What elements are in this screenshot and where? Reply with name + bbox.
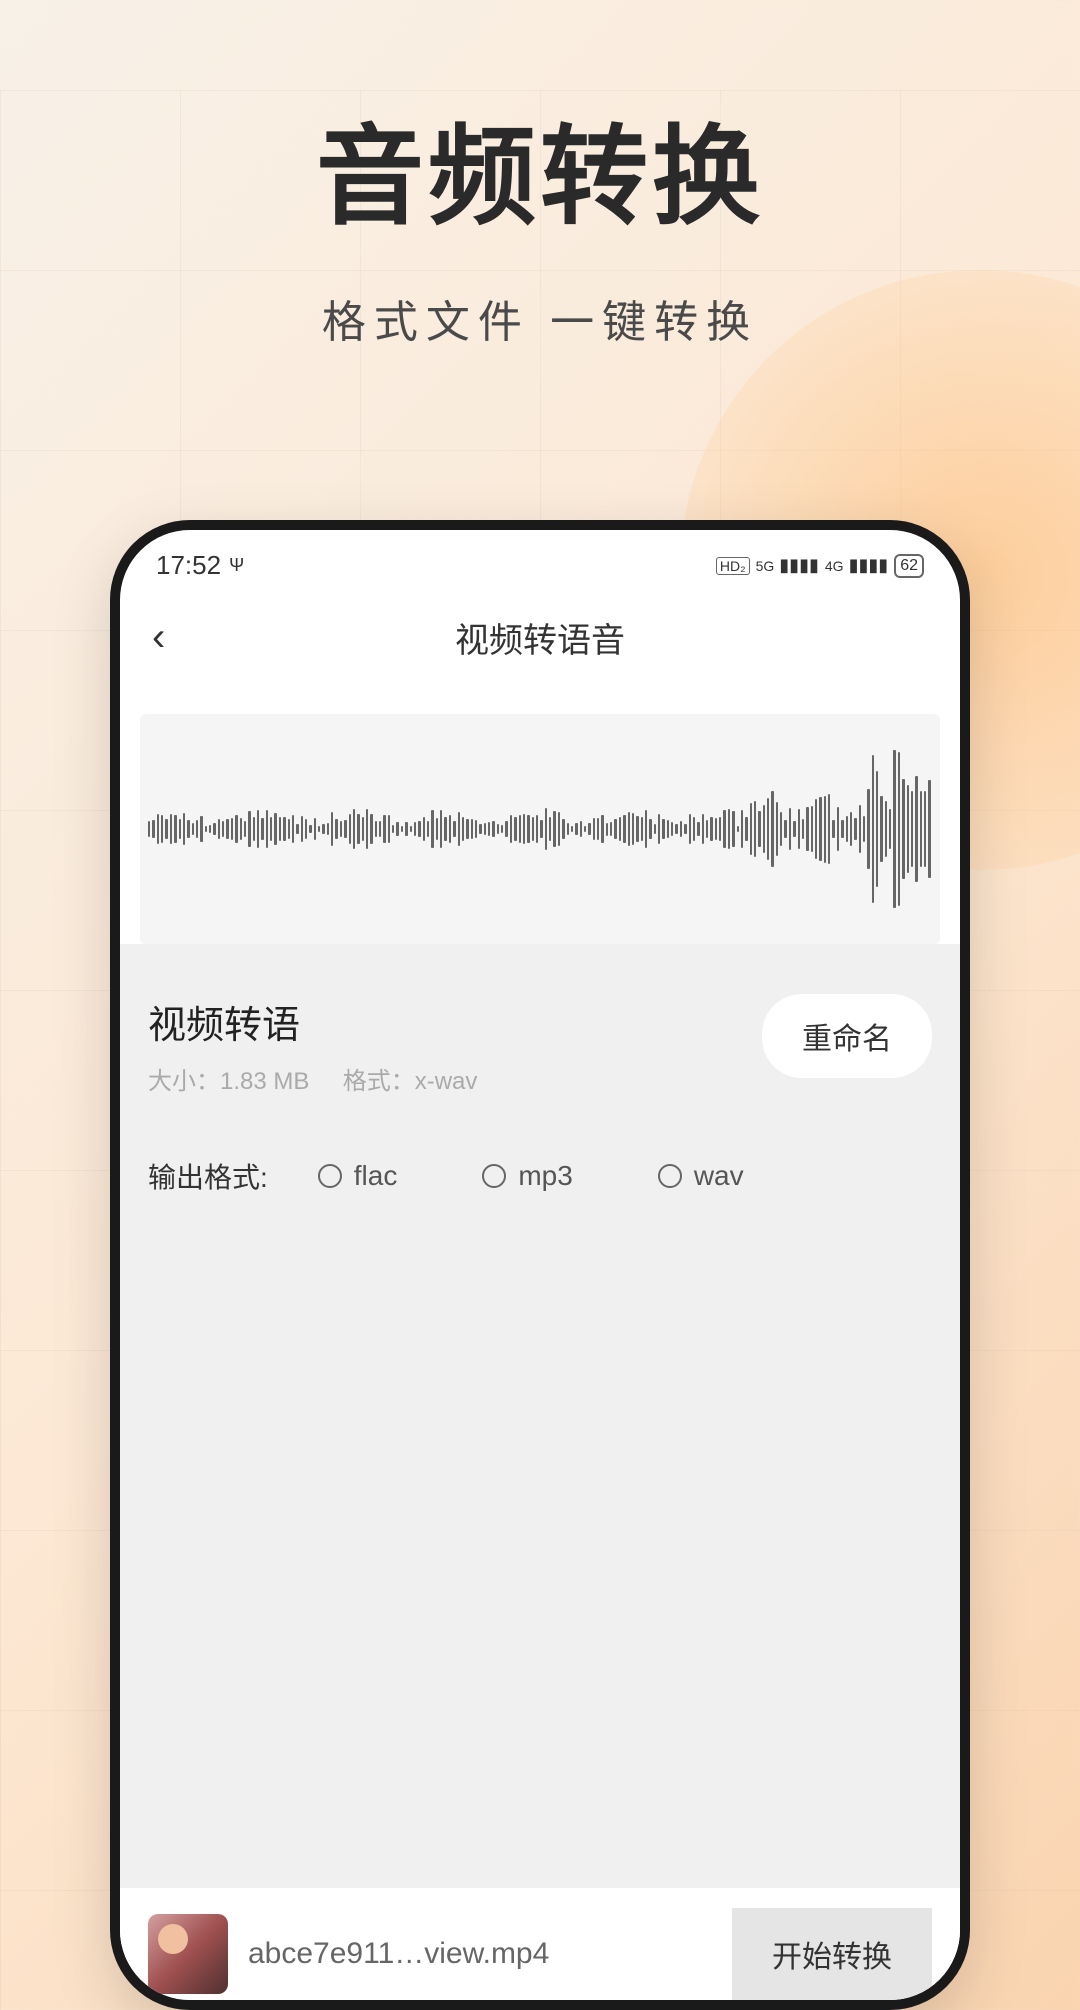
radio-icon — [658, 1164, 682, 1188]
status-time: 17:52 — [156, 550, 221, 581]
file-thumbnail — [148, 1914, 228, 1994]
waveform-display[interactable] — [140, 714, 940, 944]
battery-icon: 62 — [894, 554, 924, 578]
hero-title: 音频转换 — [0, 90, 1080, 246]
radio-label: wav — [694, 1160, 744, 1192]
phone-mockup: 17:52 Ψ HD₂ 5G ▮▮▮▮ 4G ▮▮▮▮ 62 ‹ 视频转语音 视… — [110, 520, 970, 2010]
file-metadata: 大小：1.83 MB 格式：x-wav — [148, 1061, 477, 1096]
radio-label: flac — [354, 1160, 398, 1192]
convert-button[interactable]: 开始转换 — [732, 1908, 932, 2000]
file-title: 视频转语 — [148, 994, 477, 1049]
signal-5g-icon: 5G ▮▮▮▮ — [756, 555, 819, 576]
output-format-section: 输出格式: flac mp3 wav — [148, 1156, 932, 1196]
content-area: 视频转语 大小：1.83 MB 格式：x-wav 重命名 输出格式: flac — [120, 944, 960, 1994]
hero-subtitle: 格式文件 一键转换 — [0, 286, 1080, 350]
back-button[interactable]: ‹ — [152, 615, 165, 660]
hd-icon: HD₂ — [716, 557, 750, 575]
radio-icon — [318, 1164, 342, 1188]
format-option-flac[interactable]: flac — [318, 1160, 398, 1192]
file-preview[interactable]: abce7e911…view.mp4 — [148, 1914, 549, 1994]
page-title: 视频转语音 — [455, 613, 625, 662]
rename-button[interactable]: 重命名 — [762, 994, 932, 1078]
output-format-label: 输出格式: — [148, 1156, 268, 1196]
signal-4g-icon: 4G ▮▮▮▮ — [825, 555, 888, 576]
bottom-action-bar: abce7e911…view.mp4 开始转换 — [120, 1888, 960, 2000]
status-bar: 17:52 Ψ HD₂ 5G ▮▮▮▮ 4G ▮▮▮▮ 62 — [120, 530, 960, 591]
file-name: abce7e911…view.mp4 — [248, 1937, 549, 1971]
format-option-wav[interactable]: wav — [658, 1160, 744, 1192]
app-header: ‹ 视频转语音 — [120, 591, 960, 684]
usb-icon: Ψ — [229, 555, 244, 576]
radio-label: mp3 — [518, 1160, 572, 1192]
format-option-mp3[interactable]: mp3 — [482, 1160, 572, 1192]
radio-icon — [482, 1164, 506, 1188]
